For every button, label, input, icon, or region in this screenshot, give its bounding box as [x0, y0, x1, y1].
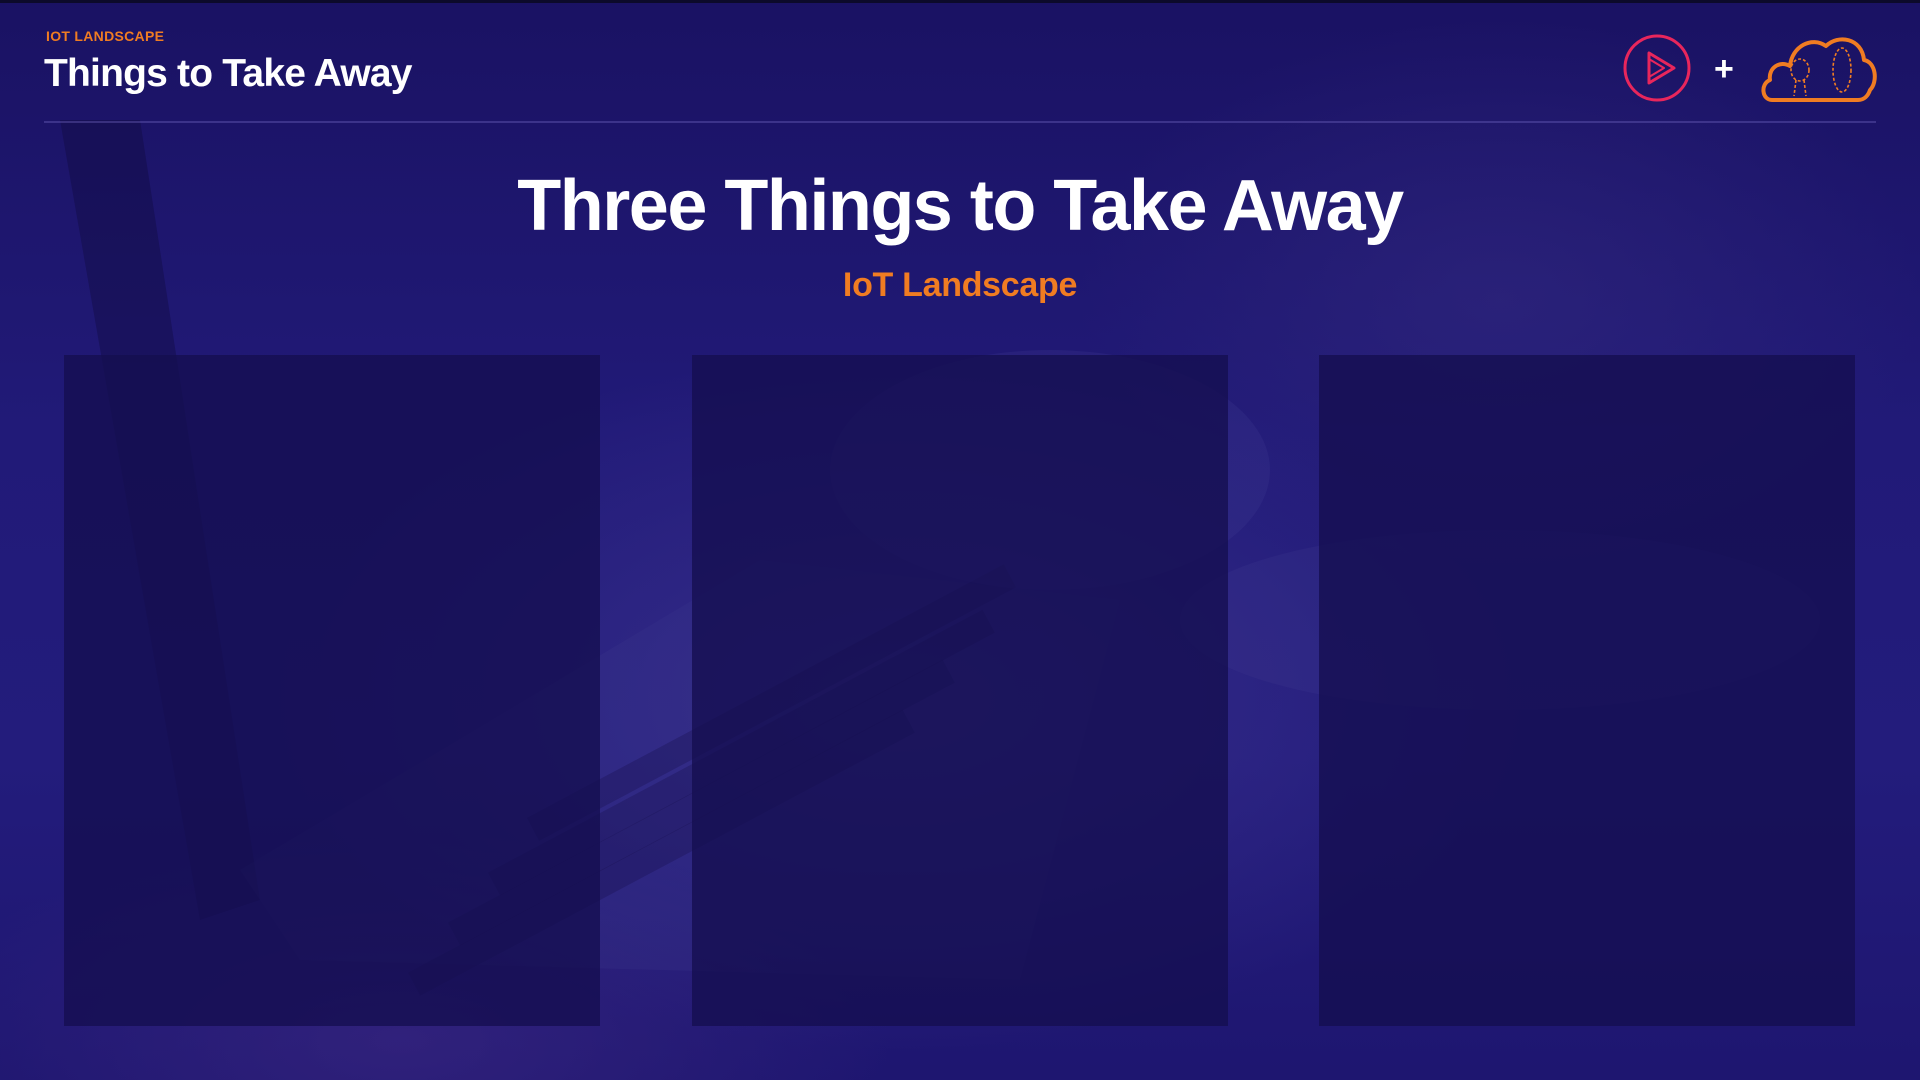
- play-circle-icon: [1623, 34, 1691, 102]
- header-divider: [44, 121, 1876, 123]
- cloud-icon: [1761, 37, 1877, 102]
- takeaway-panel-1: [64, 355, 600, 1026]
- header-title: Things to Take Away: [44, 52, 412, 95]
- top-border: [0, 0, 1920, 3]
- slide-subtitle: IoT Landscape: [842, 266, 1078, 304]
- plus-separator: +: [1714, 50, 1734, 88]
- takeaway-panel-2: [692, 355, 1228, 1026]
- slide: IOT LANDSCAPE Things to Take Away + Thre…: [0, 0, 1920, 1080]
- slide-title: Three Things to Take Away: [517, 166, 1404, 246]
- section-eyebrow: IOT LANDSCAPE: [46, 28, 165, 44]
- takeaway-panel-3: [1319, 355, 1855, 1026]
